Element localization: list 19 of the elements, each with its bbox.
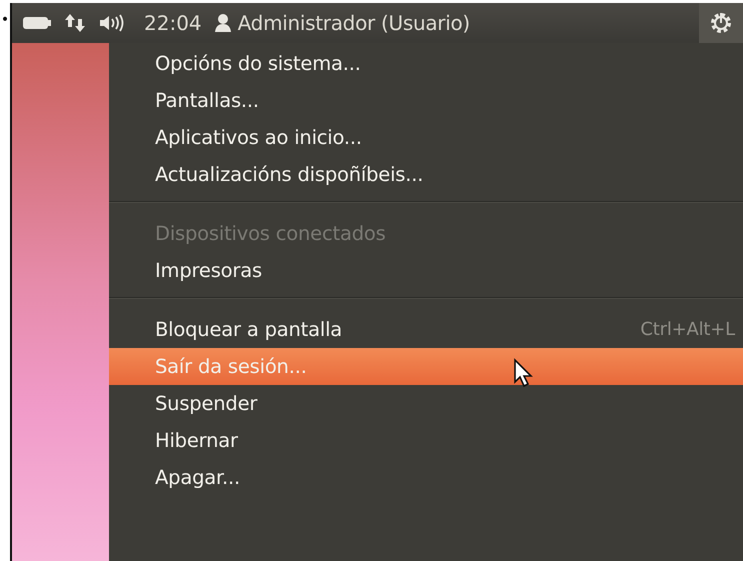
menu-item[interactable]: Bloquear a pantalla Ctrl+Alt+L — [109, 311, 743, 348]
menu-item[interactable]: Aplicativos ao inicio... — [109, 119, 743, 156]
bullet-mark: • — [0, 11, 10, 30]
user-icon — [214, 13, 232, 33]
shortcut-label: Ctrl+Alt+L — [640, 319, 735, 340]
menu-item[interactable]: Suspender — [109, 385, 743, 422]
menu-item[interactable]: Actualizacións dispoñíbeis... — [109, 156, 743, 193]
mouse-pointer-icon — [513, 358, 535, 388]
battery-icon[interactable] — [22, 15, 52, 31]
menu-item[interactable]: Pantallas... — [109, 82, 743, 119]
system-menu-button[interactable] — [699, 3, 743, 43]
power-gear-icon — [708, 10, 734, 36]
menu-item[interactable]: Impresoras — [109, 252, 743, 289]
menu-item[interactable]: Hibernar — [109, 422, 743, 459]
user-name[interactable]: Administrador (Usuario) — [238, 11, 470, 35]
menu-item[interactable]: Opcións do sistema... — [109, 45, 743, 82]
menu-item[interactable]: Apagar... — [109, 459, 743, 496]
network-arrows-icon[interactable] — [64, 12, 86, 34]
clock[interactable]: 22:04 — [144, 11, 202, 35]
